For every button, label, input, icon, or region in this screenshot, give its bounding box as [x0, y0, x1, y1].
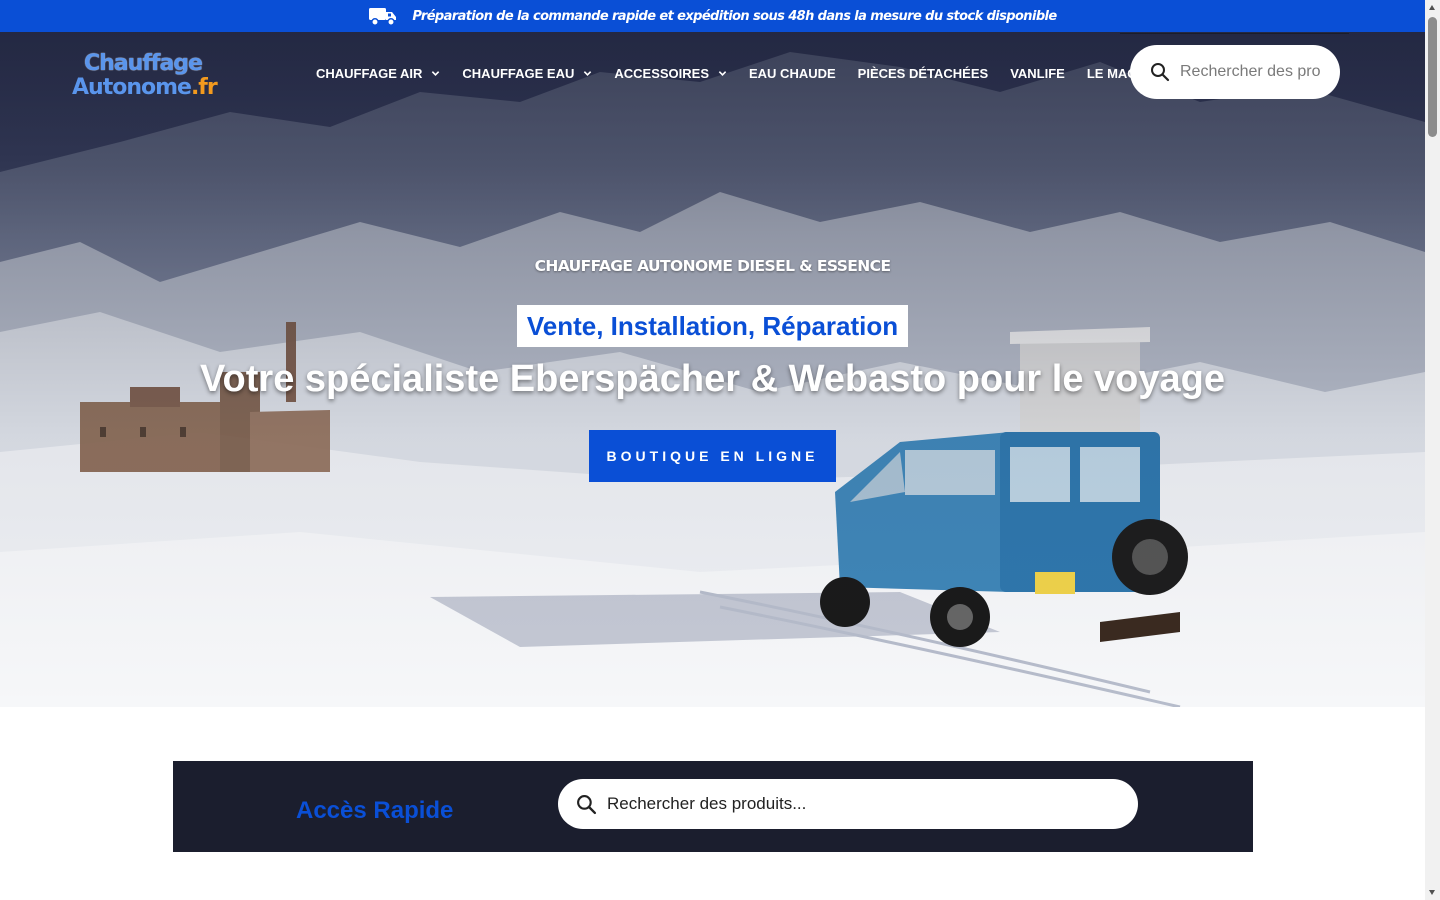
site-logo[interactable]: Chauffage Autonome.fr — [72, 52, 222, 100]
quick-access-search-input[interactable] — [607, 794, 1107, 814]
main-navigation: CHAUFFAGE AIR CHAUFFAGE EAU ACCESSOIRES … — [316, 66, 1177, 81]
chevron-down-icon — [432, 71, 440, 76]
quick-access-search-box[interactable] — [558, 779, 1138, 829]
header-divider — [1120, 33, 1349, 34]
announcement-text: Préparation de la commande rapide et exp… — [412, 8, 1057, 24]
page-scrollbar[interactable] — [1425, 0, 1440, 900]
nav-item-chauffage-eau[interactable]: CHAUFFAGE EAU — [462, 66, 592, 81]
chevron-down-icon — [584, 71, 592, 76]
site-header: Chauffage Autonome.fr CHAUFFAGE AIR CHAU… — [0, 32, 1425, 118]
scroll-up-arrow-icon[interactable] — [1429, 5, 1435, 10]
header-search-input[interactable] — [1180, 63, 1320, 81]
hero-tagline: Vente, Installation, Réparation — [517, 305, 908, 347]
nav-item-chauffage-air[interactable]: CHAUFFAGE AIR — [316, 66, 440, 81]
nav-item-pieces-detachees[interactable]: PIÈCES DÉTACHÉES — [858, 66, 989, 81]
delivery-truck-icon — [369, 8, 397, 26]
scroll-down-arrow-icon[interactable] — [1429, 890, 1435, 895]
header-search-box[interactable] — [1130, 45, 1340, 99]
quick-access-section: Accès Rapide — [173, 761, 1253, 852]
nav-item-eau-chaude[interactable]: EAU CHAUDE — [749, 66, 836, 81]
search-icon — [577, 794, 597, 814]
logo-line-2: Autonome.fr — [72, 75, 218, 100]
hero-kicker: CHAUFFAGE AUTONOME DIESEL & ESSENCE — [534, 257, 891, 275]
shop-online-button[interactable]: BOUTIQUE EN LIGNE — [589, 430, 836, 482]
hero-headline: Votre spécialiste Eberspächer & Webasto … — [200, 358, 1225, 400]
nav-item-accessoires[interactable]: ACCESSOIRES — [614, 66, 727, 81]
quick-access-title: Accès Rapide — [296, 797, 454, 824]
nav-item-vanlife[interactable]: VANLIFE — [1010, 66, 1065, 81]
announcement-bar: Préparation de la commande rapide et exp… — [0, 0, 1425, 32]
scrollbar-thumb[interactable] — [1428, 17, 1437, 137]
search-icon — [1151, 63, 1170, 82]
logo-line-1: Chauffage — [84, 51, 203, 76]
chevron-down-icon — [718, 71, 727, 76]
